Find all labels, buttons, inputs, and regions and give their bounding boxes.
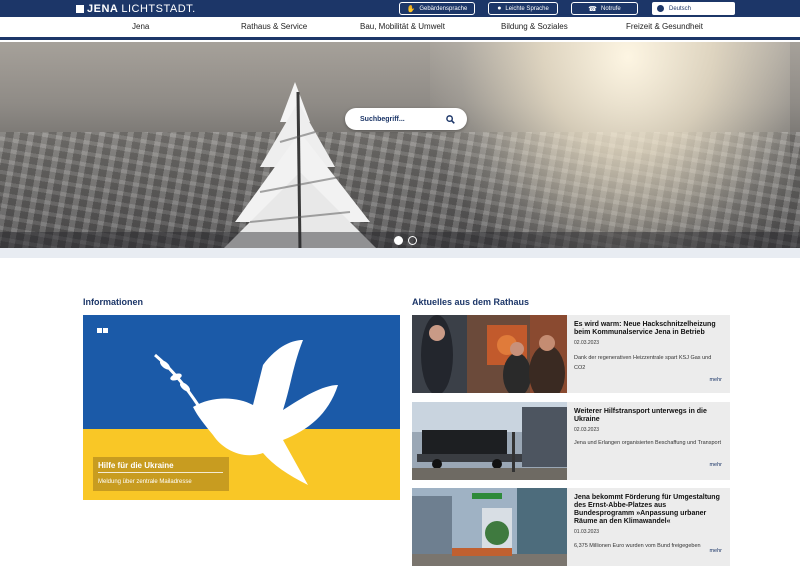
hero-bottom-strip [0, 248, 800, 258]
news-image-heating[interactable] [412, 315, 567, 393]
news-date: 01.03.2023 [574, 529, 600, 535]
slider-dot-2[interactable] [408, 236, 417, 245]
news-date: 02.03.2023 [574, 340, 600, 346]
news-title[interactable]: Jena bekommt Förderung für Umgestaltung … [574, 494, 726, 526]
logo-square-icon [76, 4, 84, 13]
news-more-link[interactable]: mehr [709, 548, 722, 554]
news-teaser: 6,375 Millionen Euro wurden vom Bund fre… [574, 543, 701, 549]
teaser-subtitle: Meldung über zentrale Mailadresse [98, 479, 192, 485]
news-image-transport[interactable] [412, 402, 567, 480]
sign-language-button[interactable]: ✋ Gebärdensprache [399, 2, 475, 15]
top-bar: JENA LICHTSTADT. ✋ Gebärdensprache ● Lei… [0, 0, 800, 17]
news-more-link[interactable]: mehr [709, 462, 722, 468]
main-nav: Jena Rathaus & Service Bau, Mobilität & … [0, 17, 800, 40]
hero-banner: Suchbegriff... [0, 42, 800, 248]
news-date: 02.03.2023 [574, 427, 600, 433]
teaser-title: Hilfe für die Ukraine [98, 461, 174, 470]
jena-logo[interactable]: JENA LICHTSTADT. [76, 2, 196, 15]
language-label: Deutsch [669, 5, 692, 12]
slider-dot-1[interactable] [394, 236, 403, 245]
easy-language-label: Leichte Sprache [505, 5, 549, 12]
news-title[interactable]: Es wird warm: Neue Hackschnitzelheizung … [574, 321, 726, 337]
person-icon: ● [497, 5, 502, 12]
news-item[interactable]: Es wird warm: Neue Hackschnitzelheizung … [412, 315, 730, 393]
phone-icon: ☎ [588, 5, 598, 13]
news-teaser: Jena und Erlangen organisierten Beschaff… [574, 440, 721, 446]
nav-item-jena[interactable]: Jena [132, 22, 149, 31]
logo-text-bold: JENA [87, 2, 119, 15]
news-title[interactable]: Weiterer Hilfstransport unterwegs in die… [574, 408, 726, 424]
news-item[interactable]: Weiterer Hilfstransport unterwegs in die… [412, 402, 730, 480]
nav-item-bau[interactable]: Bau, Mobilität & Umwelt [360, 22, 445, 31]
sun-glow [430, 42, 790, 248]
teaser-divider [98, 472, 223, 473]
news-item[interactable]: Jena bekommt Förderung für Umgestaltung … [412, 488, 730, 566]
informationen-heading: Informationen [83, 297, 143, 307]
nav-item-freizeit[interactable]: Freizeit & Gesundheit [626, 22, 703, 31]
news-teaser: Dank der regenerativen Heizzentrale spar… [574, 355, 712, 371]
globe-icon [657, 5, 664, 12]
sign-language-label: Gebärdensprache [419, 5, 468, 12]
easy-language-button[interactable]: ● Leichte Sprache [488, 2, 558, 15]
snowy-tree-image [224, 82, 376, 248]
gallery-indicator-icon [97, 328, 108, 333]
news-more-link[interactable]: mehr [709, 377, 722, 383]
language-select[interactable]: Deutsch [652, 2, 735, 15]
emergency-button[interactable]: ☎ Notrufe [571, 2, 638, 15]
nav-item-bildung[interactable]: Bildung & Soziales [501, 22, 568, 31]
nav-item-rathaus[interactable]: Rathaus & Service [241, 22, 307, 31]
teaser-caption: Hilfe für die Ukraine Meldung über zentr… [93, 457, 229, 491]
search-input[interactable]: Suchbegriff... [360, 116, 405, 123]
search-icon[interactable] [446, 114, 455, 124]
hand-icon: ✋ [406, 5, 416, 13]
search-box[interactable]: Suchbegriff... [345, 108, 467, 130]
news-image-square[interactable] [412, 488, 567, 566]
aktuelles-heading: Aktuelles aus dem Rathaus [412, 297, 530, 307]
ukraine-teaser[interactable]: Hilfe für die Ukraine Meldung über zentr… [83, 315, 400, 500]
logo-text-light: LICHTSTADT. [121, 2, 196, 15]
emergency-label: Notrufe [601, 5, 621, 12]
